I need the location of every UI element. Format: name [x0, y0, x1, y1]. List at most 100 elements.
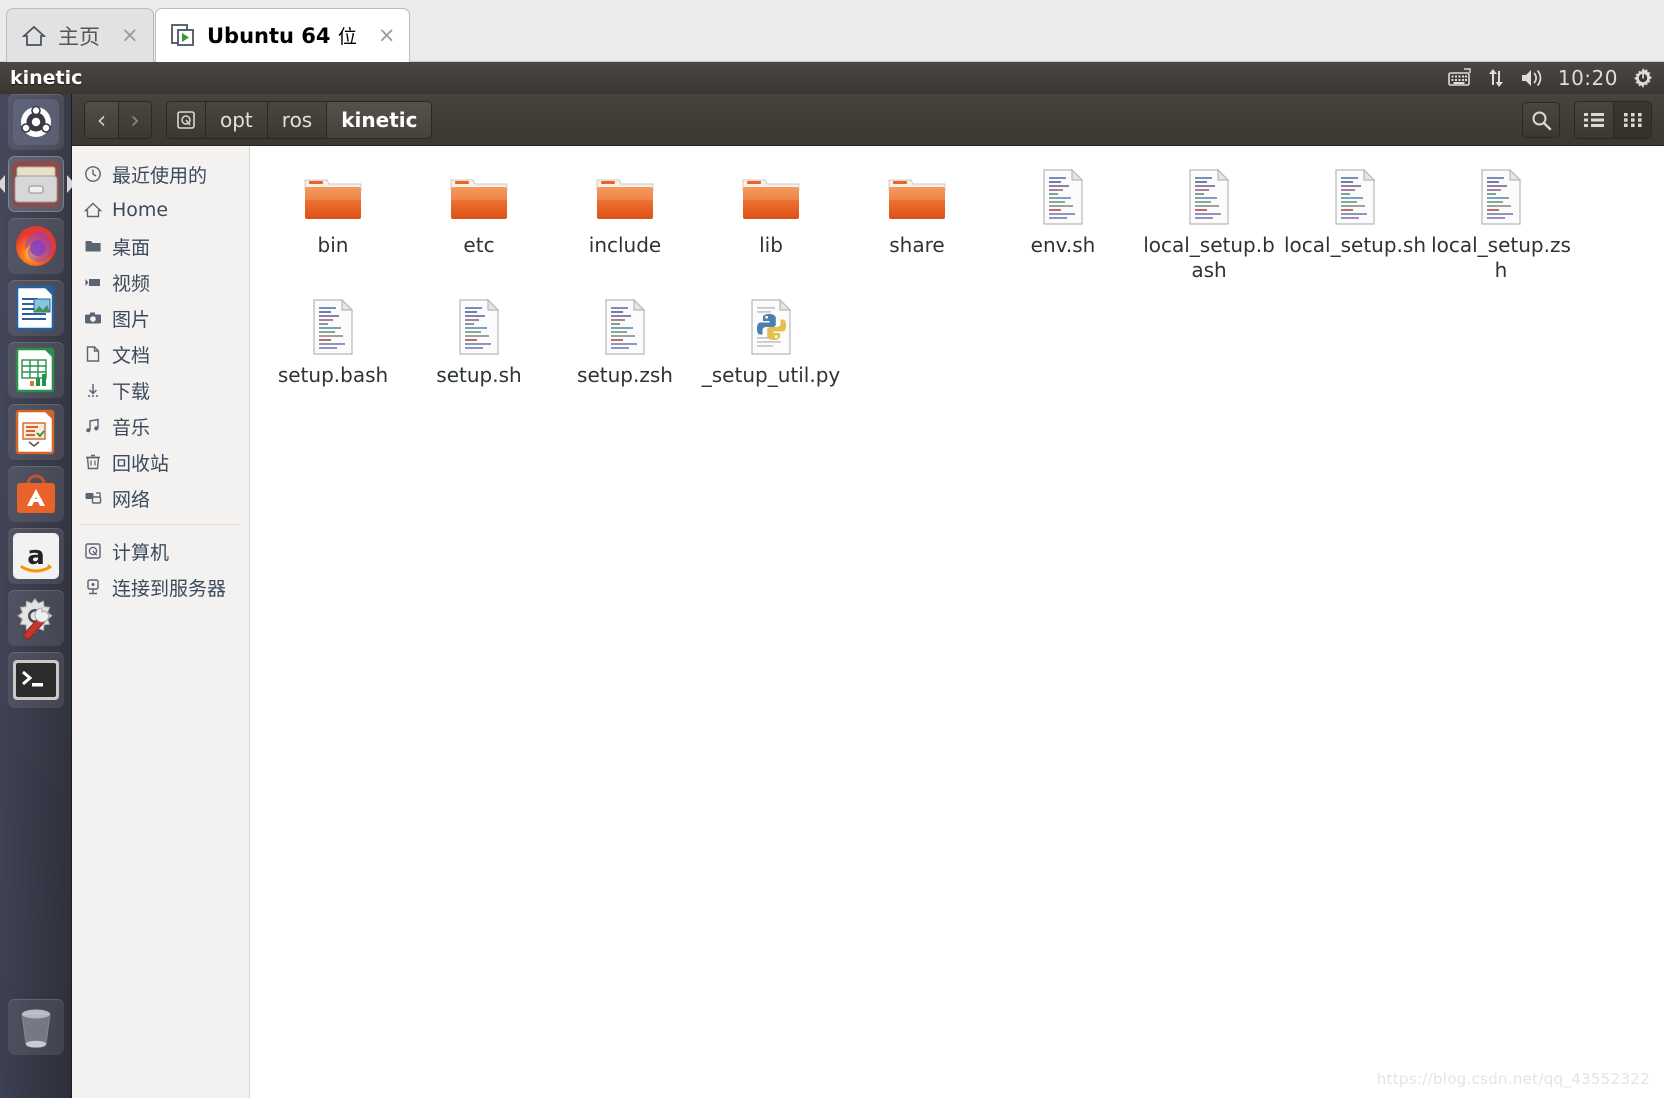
- sidebar-item-label: 文档: [112, 344, 151, 367]
- power-gear-icon[interactable]: [1632, 67, 1654, 89]
- close-icon[interactable]: ×: [378, 25, 396, 46]
- back-button[interactable]: ‹: [85, 101, 118, 138]
- file-item[interactable]: _setup_util.py: [698, 290, 844, 420]
- file-item[interactable]: local_setup.bash: [1136, 160, 1282, 290]
- amazon-icon: a: [13, 533, 59, 579]
- file-item[interactable]: local_setup.zsh: [1428, 160, 1574, 290]
- vmware-tab-home[interactable]: 主页 ×: [6, 8, 154, 62]
- file-item[interactable]: etc: [406, 160, 552, 290]
- libreoffice-impress-icon: [15, 409, 55, 455]
- connect-server-icon: [87, 579, 99, 595]
- sidebar-item-desktop[interactable]: 桌面: [72, 228, 249, 264]
- file-name: lib: [759, 233, 783, 257]
- sidebar-separator: [80, 524, 241, 525]
- ubuntu-top-panel: kinetic 10:20: [0, 62, 1664, 94]
- launcher-item-system-settings[interactable]: [8, 590, 64, 646]
- sidebar-item-documents[interactable]: 文档: [72, 336, 249, 372]
- sidebar-item-label: 连接到服务器: [112, 577, 227, 600]
- unity-launcher: a: [0, 94, 75, 1098]
- vmware-tab-ubuntu-label-suffix: 位: [337, 26, 357, 48]
- breadcrumb-kinetic[interactable]: kinetic: [326, 101, 432, 138]
- launcher-item-ubuntu-software[interactable]: [8, 466, 64, 522]
- launcher-item-amazon[interactable]: a: [8, 528, 64, 584]
- file-name: _setup_util.py: [701, 363, 841, 387]
- navigation-buttons: ‹ ›: [84, 100, 152, 139]
- vmware-tab-ubuntu[interactable]: Ubuntu 64 位 ×: [155, 8, 411, 62]
- file-item[interactable]: setup.bash: [260, 290, 406, 420]
- volume-icon[interactable]: [1520, 68, 1544, 88]
- sidebar-item-pictures[interactable]: 图片: [72, 300, 249, 336]
- launcher-item-firefox[interactable]: [8, 218, 64, 274]
- sidebar-item-recent[interactable]: 最近使用的: [72, 156, 249, 192]
- file-item[interactable]: bin: [260, 160, 406, 290]
- ubuntu-dash-icon: [13, 99, 59, 145]
- vmware-tab-ubuntu-label: Ubuntu 64 位: [207, 24, 357, 48]
- file-name: env.sh: [1030, 233, 1096, 257]
- file-name: setup.zsh: [577, 363, 673, 387]
- sidebar-item-home[interactable]: Home: [72, 192, 249, 228]
- launcher-item-trash[interactable]: [8, 999, 64, 1055]
- folder-icon: [884, 164, 950, 226]
- sidebar-item-label: 计算机: [112, 541, 170, 564]
- sidebar-item-label: 视频: [112, 272, 151, 295]
- sidebar-item-connect-to-server[interactable]: 连接到服务器: [72, 569, 249, 605]
- file-item[interactable]: env.sh: [990, 160, 1136, 290]
- sidebar-item-videos[interactable]: 视频: [72, 264, 249, 300]
- forward-button[interactable]: ›: [118, 101, 151, 138]
- file-manager-window: ‹ › opt ros kinetic 最近使用的 Home 桌面 视频 图片 …: [72, 94, 1664, 1098]
- breadcrumb-ros[interactable]: ros: [266, 101, 327, 138]
- script-file-icon: [599, 294, 651, 356]
- file-item[interactable]: share: [844, 160, 990, 290]
- sidebar-item-network[interactable]: 网络: [72, 480, 249, 516]
- search-button[interactable]: [1522, 101, 1560, 138]
- places-sidebar: 最近使用的 Home 桌面 视频 图片 文档 下载 音乐 回收站 网络 计算机 …: [72, 146, 250, 1098]
- sidebar-item-label: Home: [112, 199, 169, 221]
- script-file-icon: [307, 294, 359, 356]
- breadcrumb-opt[interactable]: opt: [205, 101, 267, 138]
- sidebar-item-computer[interactable]: 计算机: [72, 533, 249, 569]
- sidebar-item-downloads[interactable]: 下载: [72, 372, 249, 408]
- file-name: setup.sh: [436, 363, 522, 387]
- firefox-icon: [16, 226, 56, 266]
- file-name: local_setup.bash: [1143, 233, 1275, 282]
- sidebar-item-label: 回收站: [112, 452, 170, 475]
- grid-view-button[interactable]: [1613, 101, 1651, 138]
- system-settings-icon: [17, 598, 53, 641]
- breadcrumb-device[interactable]: [167, 101, 205, 138]
- network-icon[interactable]: [1486, 68, 1506, 88]
- files-icon: [12, 161, 60, 207]
- file-grid[interactable]: bin etc include lib share env.sh local_s…: [250, 146, 1664, 1098]
- launcher-item-libreoffice-calc[interactable]: [8, 342, 64, 398]
- file-item[interactable]: lib: [698, 160, 844, 290]
- network-icon: [85, 492, 102, 504]
- file-item[interactable]: include: [552, 160, 698, 290]
- list-view-button[interactable]: [1575, 101, 1613, 138]
- script-file-icon: [453, 294, 505, 356]
- keyboard-icon[interactable]: [1448, 68, 1472, 88]
- file-item[interactable]: local_setup.sh: [1282, 160, 1428, 290]
- libreoffice-calc-icon: [15, 347, 55, 393]
- launcher-item-libreoffice-writer[interactable]: [8, 280, 64, 336]
- close-icon[interactable]: ×: [121, 25, 139, 46]
- launcher-item-ubuntu-dash[interactable]: [8, 94, 64, 150]
- file-item[interactable]: setup.sh: [406, 290, 552, 420]
- device-icon: [177, 110, 195, 129]
- watermark: https://blog.csdn.net/qq_43552322: [1376, 1070, 1650, 1088]
- launcher-item-libreoffice-impress[interactable]: [8, 404, 64, 460]
- list-view-icon: [1584, 112, 1604, 127]
- file-item[interactable]: setup.zsh: [552, 290, 698, 420]
- script-file-icon: [1475, 164, 1527, 226]
- grid-view-icon: [1623, 112, 1642, 127]
- file-name: local_setup.zsh: [1431, 233, 1571, 282]
- panel-clock[interactable]: 10:20: [1558, 66, 1618, 90]
- launcher-item-terminal[interactable]: [8, 652, 64, 708]
- file-name: local_setup.sh: [1284, 233, 1426, 257]
- panel-indicators: 10:20: [1448, 66, 1664, 90]
- sidebar-item-music[interactable]: 音乐: [72, 408, 249, 444]
- launcher-item-files[interactable]: [0, 156, 75, 212]
- sidebar-item-trash[interactable]: 回收站: [72, 444, 249, 480]
- vm-play-icon: [170, 23, 196, 49]
- home-icon: [84, 202, 102, 218]
- computer-icon: [85, 543, 101, 559]
- sidebar-item-label: 下载: [112, 380, 151, 403]
